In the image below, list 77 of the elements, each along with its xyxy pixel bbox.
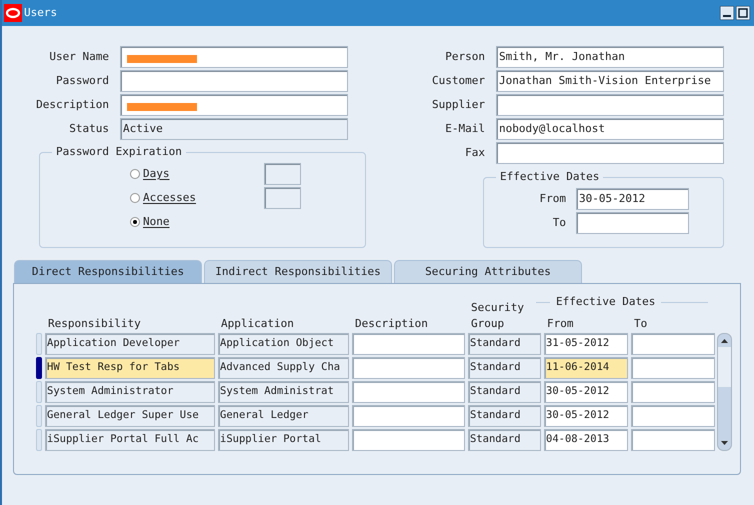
text-field[interactable] <box>120 46 348 68</box>
logo-icon <box>4 4 22 22</box>
row-indicator[interactable] <box>36 357 42 379</box>
text-field[interactable] <box>120 70 348 92</box>
redaction-mark <box>127 103 197 111</box>
table-cell[interactable]: System Administrator <box>45 381 215 403</box>
maximize-icon[interactable] <box>736 6 750 20</box>
table-cell[interactable] <box>352 333 465 355</box>
field-label: Supplier <box>431 96 486 113</box>
table-cell[interactable]: Standard <box>468 357 541 379</box>
table-cell[interactable]: iSupplier Portal Full Ac <box>45 429 215 451</box>
column-header: Security <box>471 300 525 316</box>
table-cell[interactable] <box>631 357 715 379</box>
radio-option[interactable]: None <box>130 214 264 230</box>
table-cell[interactable]: 30-05-2012 <box>544 405 628 427</box>
field-label: User Name <box>48 48 110 65</box>
column-header: From <box>547 317 574 331</box>
tab[interactable]: Indirect Responsibilities <box>204 260 392 283</box>
text-field[interactable] <box>264 163 301 185</box>
table-cell[interactable] <box>631 381 715 403</box>
table-cell[interactable] <box>352 429 465 451</box>
text-field[interactable] <box>496 94 724 116</box>
table-cell[interactable]: 31-05-2012 <box>544 333 628 355</box>
field-label: Fax <box>464 144 486 161</box>
text-field[interactable] <box>576 212 689 234</box>
text-field[interactable] <box>264 187 301 209</box>
table-cell[interactable]: Standard <box>468 381 541 403</box>
text-field[interactable]: 30-05-2012 <box>576 188 689 210</box>
table-cell[interactable]: Application Developer <box>45 333 215 355</box>
table-cell[interactable]: iSupplier Portal <box>218 429 349 451</box>
field-label: Password <box>55 72 110 89</box>
group-title: Password Expiration <box>52 145 186 159</box>
text-field[interactable] <box>120 94 348 116</box>
table-cell[interactable] <box>352 381 465 403</box>
table-cell[interactable]: General Ledger <box>218 405 349 427</box>
text-field[interactable] <box>496 142 724 164</box>
column-header: Responsibility <box>48 317 142 331</box>
text-field[interactable]: Smith, Mr. Jonathan <box>496 46 724 68</box>
field-label: E-Mail <box>444 120 486 137</box>
radio-option[interactable]: Days <box>130 166 264 182</box>
scrollbar[interactable] <box>717 333 732 451</box>
table-cell[interactable]: Standard <box>468 333 541 355</box>
column-header: To <box>634 317 648 331</box>
table-cell[interactable]: Application Object <box>218 333 349 355</box>
table-cell[interactable]: System Administrat <box>218 381 349 403</box>
table-cell[interactable] <box>352 357 465 379</box>
radio-option[interactable]: Accesses <box>130 190 264 206</box>
table-cell[interactable]: HW Test Resp for Tabs <box>45 357 215 379</box>
table-cell[interactable]: Standard <box>468 405 541 427</box>
field-label: From <box>538 190 567 207</box>
minimize-icon[interactable] <box>720 6 734 20</box>
table-cell[interactable]: 30-05-2012 <box>544 381 628 403</box>
field-label: Status <box>68 120 110 137</box>
column-header: Group <box>471 317 506 331</box>
window-title: Users <box>24 4 58 21</box>
field-label: To <box>552 214 567 231</box>
tab[interactable]: Securing Attributes <box>394 260 582 283</box>
text-field[interactable]: nobody@localhost <box>496 118 724 140</box>
tab[interactable]: Direct Responsibilities <box>14 260 202 283</box>
table-cell[interactable] <box>352 405 465 427</box>
field-label: Description <box>35 96 110 113</box>
table-cell[interactable]: Advanced Supply Cha <box>218 357 349 379</box>
field-label: Customer <box>431 72 486 89</box>
table-cell[interactable]: 04-08-2013 <box>544 429 628 451</box>
field-label: Person <box>444 48 486 65</box>
table-cell[interactable] <box>631 429 715 451</box>
table-cell[interactable]: General Ledger Super Use <box>45 405 215 427</box>
redaction-mark <box>127 55 197 63</box>
text-field[interactable]: Jonathan Smith-Vision Enterprise <box>496 70 724 92</box>
table-cell[interactable]: Standard <box>468 429 541 451</box>
text-field[interactable]: Active <box>120 118 348 140</box>
table-cell[interactable]: 11-06-2014 <box>544 357 628 379</box>
table-cell[interactable] <box>631 333 715 355</box>
column-group-heading: Effective Dates <box>555 294 656 310</box>
column-header: Description <box>355 317 429 331</box>
table-cell[interactable] <box>631 405 715 427</box>
column-header: Application <box>221 317 295 331</box>
